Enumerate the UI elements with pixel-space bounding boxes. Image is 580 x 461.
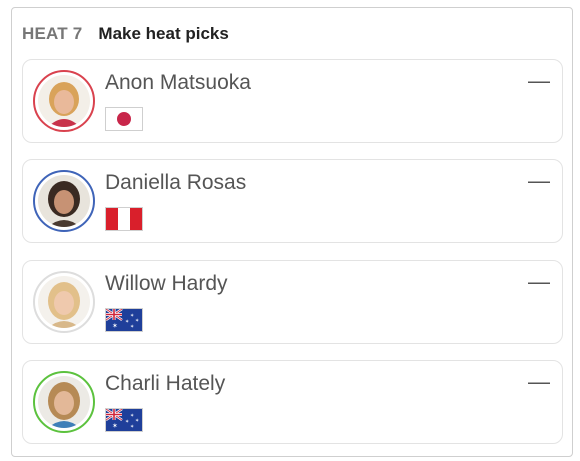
- australia-flag: ✶ ✶ ✶ ✶ ✶: [105, 308, 143, 332]
- surfer-card[interactable]: Charli Hately ✶ ✶ ✶ ✶ ✶ —: [22, 360, 563, 444]
- panel-header: HEAT 7 Make heat picks: [22, 24, 229, 44]
- surfer-avatar: [33, 371, 95, 433]
- surfer-avatar: [33, 271, 95, 333]
- svg-text:✶: ✶: [112, 422, 118, 430]
- japan-flag: [105, 107, 143, 131]
- surfer-photo: [38, 376, 90, 428]
- svg-text:✶: ✶: [135, 318, 139, 324]
- surfer-name: Charli Hately: [105, 372, 226, 395]
- surfer-name: Anon Matsuoka: [105, 71, 251, 94]
- heat-title: Make heat picks: [98, 24, 229, 43]
- pick-button[interactable]: —: [524, 369, 554, 395]
- svg-text:✶: ✶: [125, 419, 129, 425]
- svg-text:✶: ✶: [130, 413, 134, 419]
- svg-text:✶: ✶: [135, 418, 139, 424]
- pick-button[interactable]: —: [524, 168, 554, 194]
- surfer-card[interactable]: Daniella Rosas —: [22, 159, 563, 243]
- svg-text:✶: ✶: [112, 322, 118, 330]
- surfer-avatar: [33, 70, 95, 132]
- surfer-name: Daniella Rosas: [105, 171, 247, 194]
- surfer-photo: [38, 75, 90, 127]
- australia-flag: ✶ ✶ ✶ ✶ ✶: [105, 408, 143, 432]
- heat-label: HEAT 7: [22, 24, 83, 43]
- svg-text:✶: ✶: [125, 319, 129, 325]
- pick-button[interactable]: —: [524, 269, 554, 295]
- surfer-card[interactable]: Anon Matsuoka —: [22, 59, 563, 143]
- surfer-photo: [38, 175, 90, 227]
- heat-picks-panel: HEAT 7 Make heat picks Anon Matsuoka — D…: [11, 7, 573, 457]
- svg-text:✶: ✶: [130, 324, 134, 330]
- svg-text:✶: ✶: [130, 424, 134, 430]
- surfer-card[interactable]: Willow Hardy ✶ ✶ ✶ ✶ ✶ —: [22, 260, 563, 344]
- svg-text:✶: ✶: [130, 313, 134, 319]
- pick-button[interactable]: —: [524, 68, 554, 94]
- surfer-photo: [38, 276, 90, 328]
- surfer-avatar: [33, 170, 95, 232]
- peru-flag: [105, 207, 143, 231]
- surfer-name: Willow Hardy: [105, 272, 228, 295]
